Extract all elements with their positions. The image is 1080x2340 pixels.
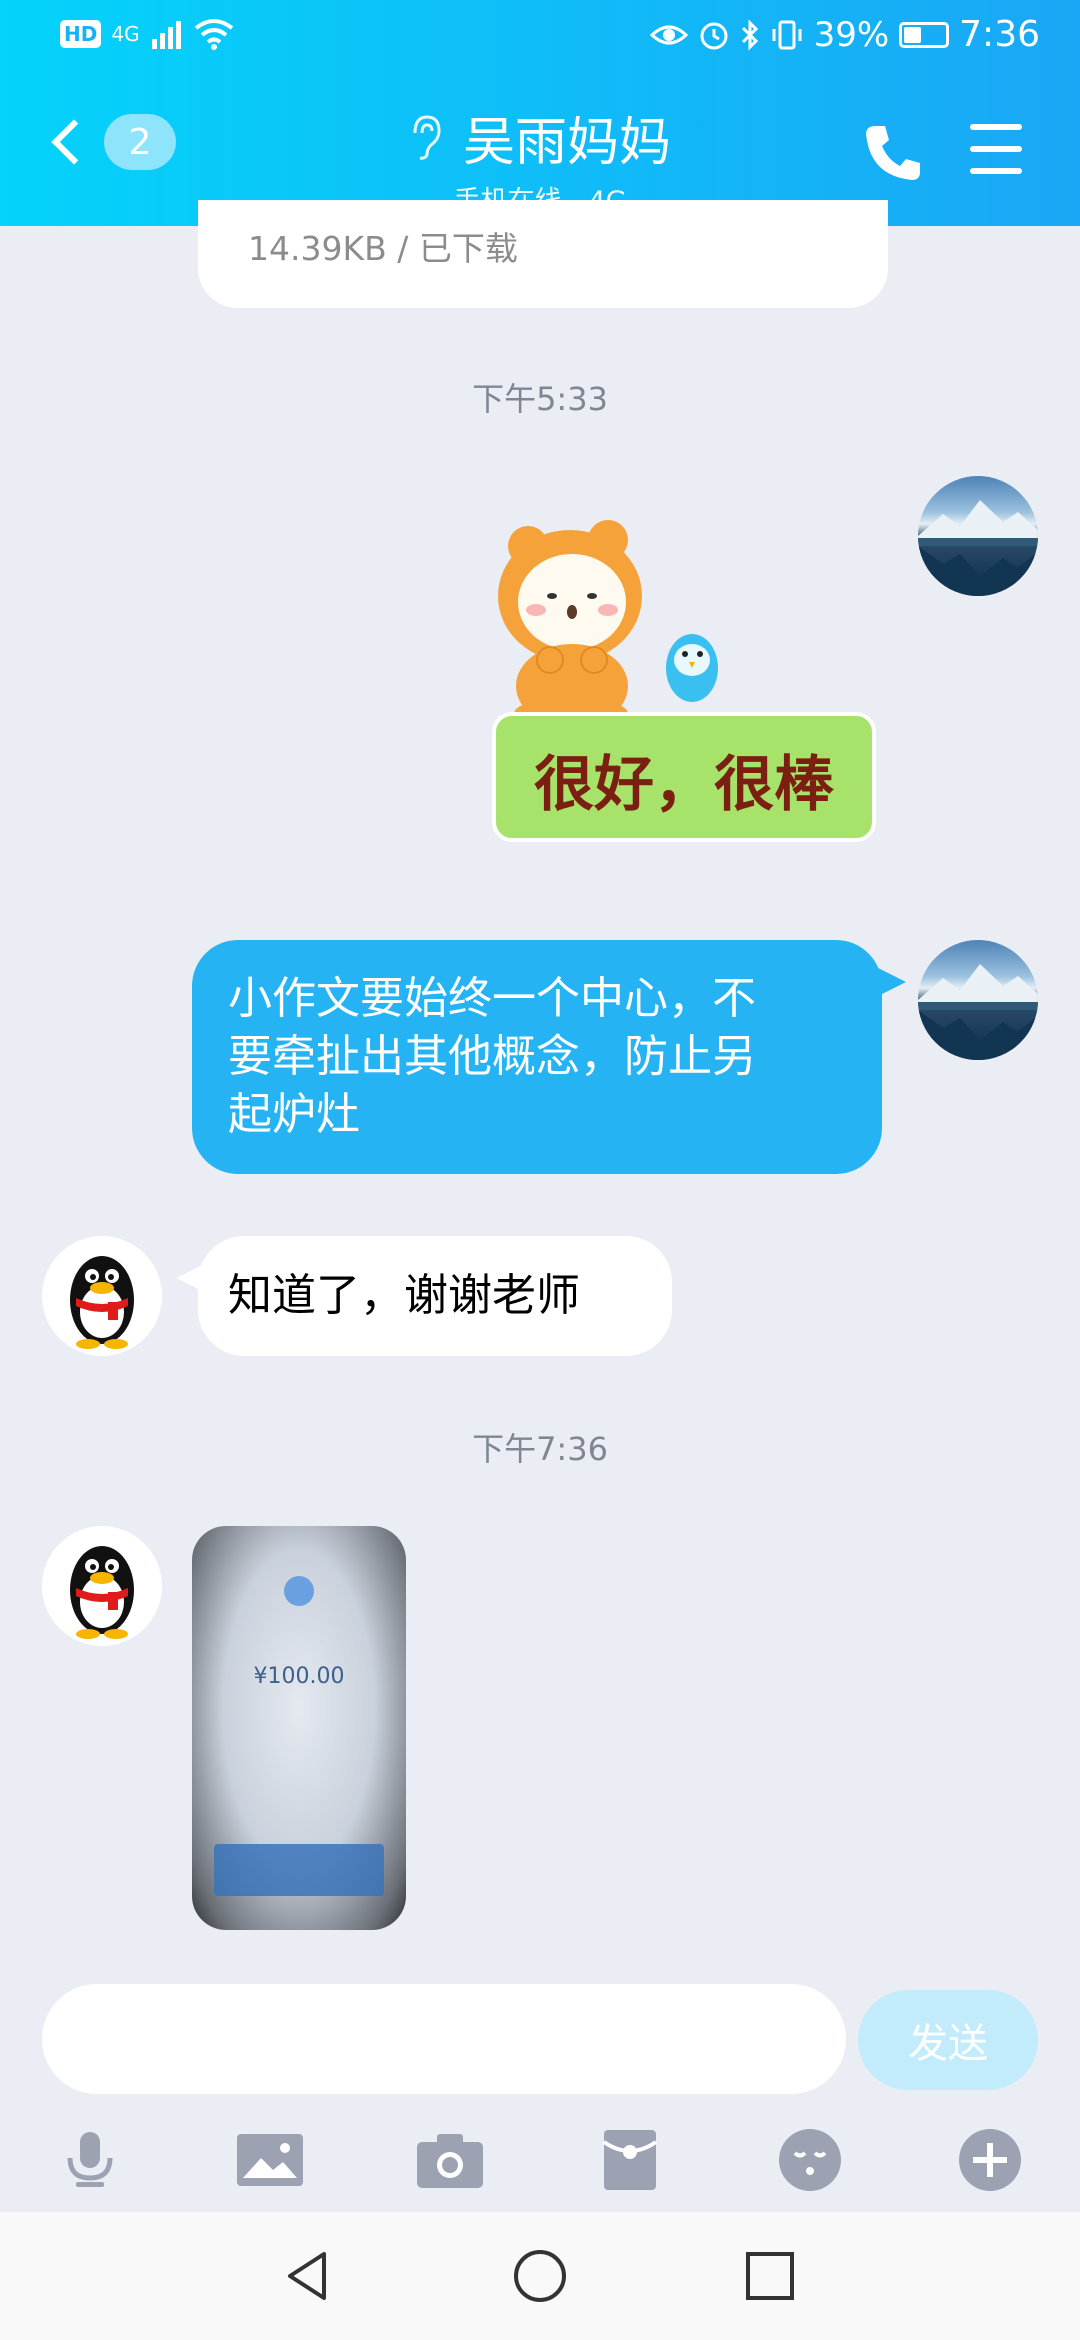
message-line: 起炉灶 <box>228 1089 360 1140</box>
status-bar: HD 4G 39% 7:36 <box>0 0 1080 80</box>
photo-banner <box>214 1844 384 1896</box>
photo-message[interactable]: ¥100.00 <box>192 1526 406 1930</box>
my-avatar[interactable] <box>918 940 1038 1060</box>
penguin-icon <box>70 1546 134 1639</box>
home-circle-icon[interactable] <box>510 2246 570 2306</box>
message-input[interactable] <box>42 1984 846 2094</box>
hd-badge: HD <box>60 20 102 48</box>
battery-icon <box>899 21 950 48</box>
chat-toolbar <box>0 2110 1080 2210</box>
back-triangle-icon[interactable] <box>278 2246 338 2306</box>
incoming-message-bubble[interactable]: 知道了，谢谢老师 <box>198 1236 672 1356</box>
menu-icon[interactable] <box>970 124 1022 174</box>
sticker-text: 很好，很棒 <box>534 750 834 820</box>
eye-icon <box>649 25 688 44</box>
sticker-message[interactable]: 很好，很棒 <box>490 510 880 850</box>
landscape-image <box>918 964 1038 1060</box>
chat-header: HD 4G 39% 7:36 2 吴雨妈妈 <box>0 0 1080 226</box>
network-label: 4G <box>111 22 140 46</box>
alarm-icon <box>700 22 728 49</box>
wifi-icon <box>194 19 233 50</box>
payment-logo <box>284 1576 314 1606</box>
image-icon[interactable] <box>230 2120 310 2200</box>
vibrate-icon <box>772 20 802 49</box>
ear-icon <box>413 114 441 160</box>
bluetooth-icon <box>741 18 758 51</box>
clock: 7:36 <box>959 14 1040 55</box>
camera-icon[interactable] <box>410 2120 490 2200</box>
timestamp: 下午5:33 <box>472 380 608 418</box>
battery-percent: 39% <box>813 14 890 55</box>
photo-amount: ¥100.00 <box>253 1664 345 1689</box>
plus-icon[interactable] <box>950 2120 1030 2200</box>
file-meta: 14.39KB / 已下载 <box>248 229 518 268</box>
page-title: 吴雨妈妈 <box>462 113 671 173</box>
recents-square-icon[interactable] <box>740 2246 800 2306</box>
my-avatar[interactable] <box>918 476 1038 596</box>
emoji-icon[interactable] <box>770 2120 850 2200</box>
bubble-tail <box>878 968 906 996</box>
landscape-image <box>918 500 1038 596</box>
message-text: 知道了，谢谢老师 <box>228 1270 580 1321</box>
red-packet-icon[interactable] <box>590 2120 670 2200</box>
outgoing-message-bubble[interactable]: 小作文要始终一个中心，不 要牵扯出其他概念，防止另 起炉灶 <box>192 940 882 1174</box>
signal-icon <box>151 21 181 49</box>
send-button[interactable]: 发送 <box>858 1990 1038 2090</box>
contact-avatar[interactable] <box>42 1526 162 1646</box>
microphone-icon[interactable] <box>50 2120 130 2200</box>
penguin-icon <box>70 1256 134 1349</box>
system-navigation-bar <box>0 2212 1080 2340</box>
timestamp: 下午7:36 <box>472 1430 608 1468</box>
contact-avatar[interactable] <box>42 1236 162 1356</box>
phone-icon[interactable] <box>858 118 928 188</box>
message-line: 要牵扯出其他概念，防止另 <box>228 1031 756 1082</box>
message-line: 小作文要始终一个中心，不 <box>228 973 756 1024</box>
